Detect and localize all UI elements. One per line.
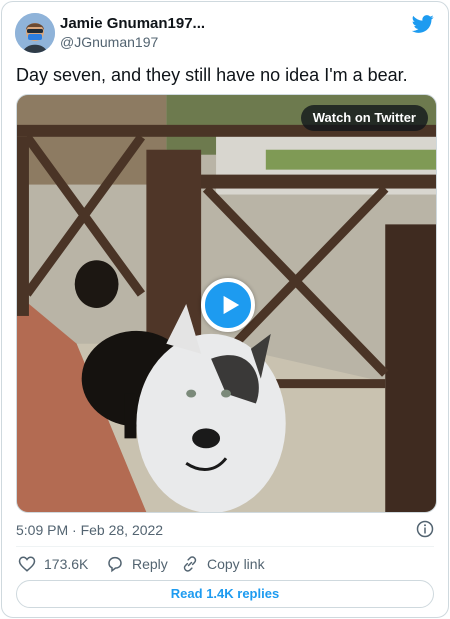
divider [16,546,434,547]
avatar[interactable] [15,13,55,53]
like-count: 173.6K [44,556,89,572]
info-icon[interactable] [416,520,434,538]
tweet-card: Jamie Gnuman197... @JGnuman197 Day seven… [1,1,449,618]
video-player[interactable]: Watch on Twitter [16,94,437,513]
tweet-text: Day seven, and they still have no idea I… [16,65,408,85]
reply-button[interactable]: Reply [106,554,168,574]
copy-link-button[interactable]: Copy link [181,554,265,574]
reply-icon [108,556,122,573]
read-replies-button[interactable]: Read 1.4K replies [16,580,434,608]
play-button[interactable] [201,278,255,332]
author-name[interactable]: Jamie Gnuman197... [60,15,260,32]
reply-label: Reply [132,556,168,572]
tweet-timestamp[interactable]: 5:09 PM · Feb 28, 2022 [16,522,163,538]
like-button[interactable]: 173.6K [18,554,88,574]
user-avatar-icon [15,13,55,53]
twitter-bird-icon[interactable] [412,13,434,35]
author-handle[interactable]: @JGnuman197 [60,34,158,50]
copy-link-label: Copy link [207,556,265,572]
heart-icon [18,556,36,572]
link-icon [183,556,197,572]
play-icon [223,295,240,315]
watch-on-twitter-button[interactable]: Watch on Twitter [300,105,428,131]
